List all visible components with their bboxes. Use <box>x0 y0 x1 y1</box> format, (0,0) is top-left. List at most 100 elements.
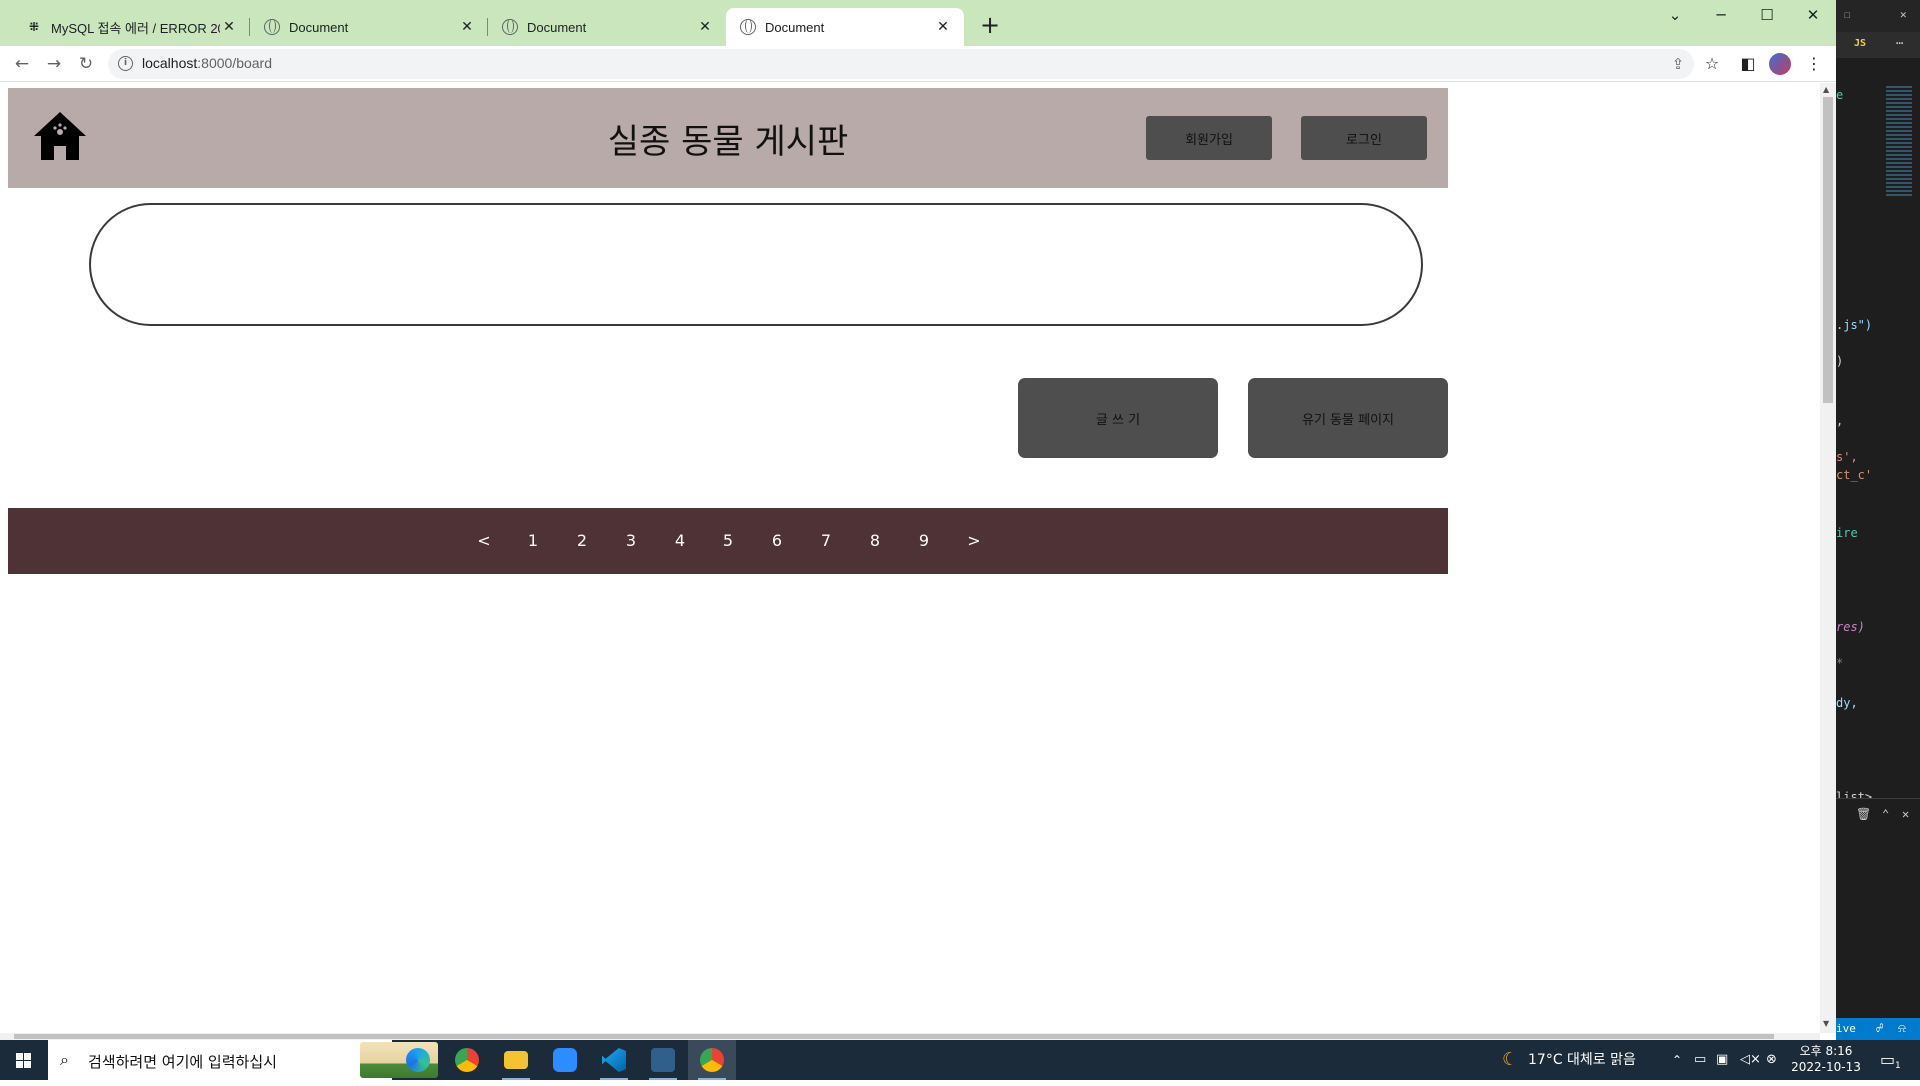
close-tab-icon[interactable]: ✕ <box>458 19 476 35</box>
globe-icon <box>740 19 756 35</box>
url-host: localhost <box>142 55 198 71</box>
tab-document-1[interactable]: Document ✕ <box>250 8 488 46</box>
page-link-3[interactable]: 3 <box>616 508 646 574</box>
chevron-up-icon[interactable]: ⌃ <box>1882 807 1889 821</box>
mysql-workbench-icon <box>651 1048 675 1072</box>
reload-icon[interactable]: ↻ <box>72 50 100 78</box>
page-link-6[interactable]: 6 <box>762 508 792 574</box>
start-button[interactable] <box>0 1040 48 1080</box>
restore-icon[interactable]: ☐ <box>1844 8 1851 21</box>
more-actions-icon[interactable]: ⋯ <box>1896 36 1903 50</box>
minimize-button[interactable]: ─ <box>1698 0 1744 32</box>
page-link-1[interactable]: 1 <box>518 508 548 574</box>
live-server-status[interactable]: ive <box>1836 1022 1856 1035</box>
code-fragment: dy, <box>1836 696 1858 710</box>
js-file-tab-icon[interactable]: JS <box>1854 38 1866 49</box>
search-placeholder: 검색하려면 여기에 입력하십시 <box>88 1053 277 1071</box>
site-info-icon[interactable]: i <box>118 56 133 71</box>
show-hidden-icons-chevron-icon[interactable]: ⌃ <box>1672 1040 1682 1080</box>
taskbar-vscode[interactable] <box>590 1040 638 1080</box>
ime-icon[interactable]: ⊗ <box>1766 1040 1777 1080</box>
taskbar-edge[interactable] <box>394 1040 442 1080</box>
meet-now-icon[interactable]: ▭ <box>1694 1040 1706 1080</box>
chrome-icon <box>455 1048 479 1072</box>
forward-arrow-icon[interactable]: → <box>40 50 68 78</box>
page-link-2[interactable]: 2 <box>567 508 597 574</box>
taskbar-file-explorer[interactable] <box>492 1040 540 1080</box>
folder-icon <box>504 1051 528 1069</box>
new-tab-button[interactable]: + <box>976 12 1004 40</box>
close-tab-icon[interactable]: ✕ <box>934 19 952 35</box>
signup-button[interactable]: 회원가입 <box>1146 116 1272 160</box>
code-fragment: res) <box>1836 620 1865 634</box>
taskbar-mysql-workbench[interactable] <box>639 1040 687 1080</box>
back-arrow-icon[interactable]: ← <box>8 50 36 78</box>
vertical-scrollbar[interactable]: ▲ ▼ <box>1820 83 1836 1033</box>
tab-title: Document <box>765 19 825 35</box>
tab-title: Document <box>289 19 349 35</box>
tab-search-button[interactable]: ⌄ <box>1652 0 1698 32</box>
address-bar[interactable]: i localhost:8000/board ⇪ <box>108 49 1694 79</box>
taskbar-zoom[interactable] <box>541 1040 589 1080</box>
page-link-5[interactable]: 5 <box>713 508 743 574</box>
weather-moon-icon[interactable]: ☾ <box>1502 1040 1518 1080</box>
scroll-up-icon[interactable]: ▲ <box>1823 85 1829 94</box>
scroll-down-icon[interactable]: ▼ <box>1823 1019 1829 1028</box>
url-text[interactable]: localhost:8000/board <box>142 55 272 71</box>
close-window-button[interactable]: ✕ <box>1790 0 1836 32</box>
feedback-icon[interactable]: ☍ <box>1876 1021 1883 1035</box>
code-fragment: , <box>1836 414 1844 428</box>
bookmark-star-icon[interactable]: ☆ <box>1700 52 1724 76</box>
close-tab-icon[interactable]: ✕ <box>696 19 714 35</box>
taskbar-chrome[interactable] <box>443 1040 491 1080</box>
login-button[interactable]: 로그인 <box>1301 116 1427 160</box>
close-tab-icon[interactable]: ✕ <box>220 19 238 35</box>
write-post-button[interactable]: 글 쓰 기 <box>1018 378 1218 458</box>
code-fragment: s', <box>1836 450 1858 464</box>
page-viewport: 실종 동물 게시판 회원가입 로그인 글 쓰 기 유기 동물 페이지 < 1 2… <box>0 83 1820 1033</box>
globe-icon <box>502 19 518 35</box>
abandoned-animals-button[interactable]: 유기 동물 페이지 <box>1248 378 1448 458</box>
tab-mysql-error[interactable]: ⁜ MySQL 접속 에러 / ERROR 2003 ✕ <box>12 8 250 46</box>
page-link-7[interactable]: 7 <box>811 508 841 574</box>
url-path: :8000/board <box>197 55 272 71</box>
tab-title: MySQL 접속 에러 / ERROR 2003 <box>51 20 220 36</box>
tab-document-2[interactable]: Document ✕ <box>488 8 726 46</box>
side-panel-icon[interactable]: ◧ <box>1736 52 1760 76</box>
maximize-button[interactable]: ☐ <box>1744 0 1790 32</box>
scrollbar-thumb[interactable] <box>1823 97 1833 403</box>
tab-title: Document <box>527 19 587 35</box>
clock[interactable]: 오후 8:16 2022-10-13 <box>1786 1043 1866 1075</box>
network-icon[interactable]: ▣ <box>1716 1040 1728 1080</box>
chrome-icon <box>700 1048 724 1072</box>
windows-taskbar: ⌕ 검색하려면 여기에 입력하십시 ☾ 17°C 대체로 맑음 ⌃ ▭ ▣ ◁×… <box>0 1040 1920 1080</box>
pagination: < 1 2 3 4 5 6 7 8 9 > <box>8 508 1448 574</box>
code-fragment: ct_c' <box>1836 468 1873 482</box>
browser-toolbar: ← → ↻ i localhost:8000/board ⇪ ☆ ◧ ⋮ <box>0 46 1836 82</box>
weather-text[interactable]: 17°C 대체로 맑음 <box>1528 1040 1636 1080</box>
page-prev-link[interactable]: < <box>469 508 499 574</box>
share-icon[interactable]: ⇪ <box>1668 54 1688 74</box>
tab-document-active[interactable]: Document ✕ <box>726 8 964 46</box>
volume-muted-icon[interactable]: ◁× <box>1740 1040 1761 1080</box>
clock-date: 2022-10-13 <box>1791 1060 1861 1074</box>
notification-bell-icon[interactable]: ⍾ <box>1898 1021 1906 1036</box>
horizontal-scrollbar[interactable] <box>0 1033 1820 1040</box>
page-next-link[interactable]: > <box>959 508 989 574</box>
vscode-editor-tabs: JS ⋯ <box>1836 32 1920 58</box>
menu-kebab-icon[interactable]: ⋮ <box>1802 52 1826 76</box>
close-panel-icon[interactable]: ✕ <box>1902 807 1909 821</box>
minimap[interactable] <box>1886 86 1912 196</box>
trash-icon[interactable]: 🗑 <box>1856 807 1871 821</box>
close-icon[interactable]: ✕ <box>1900 8 1907 21</box>
search-input[interactable] <box>89 203 1423 326</box>
profile-avatar[interactable] <box>1769 53 1791 75</box>
home-icon[interactable] <box>32 110 88 162</box>
notification-center-icon[interactable]: ▭ <box>1880 1040 1895 1080</box>
page-link-8[interactable]: 8 <box>860 508 890 574</box>
page-link-4[interactable]: 4 <box>665 508 695 574</box>
page-link-9[interactable]: 9 <box>909 508 939 574</box>
taskbar-chrome-active[interactable] <box>688 1040 736 1080</box>
taskbar-search-input[interactable]: ⌕ 검색하려면 여기에 입력하십시 <box>48 1040 438 1080</box>
scrollbar-thumb[interactable] <box>14 1034 1774 1039</box>
